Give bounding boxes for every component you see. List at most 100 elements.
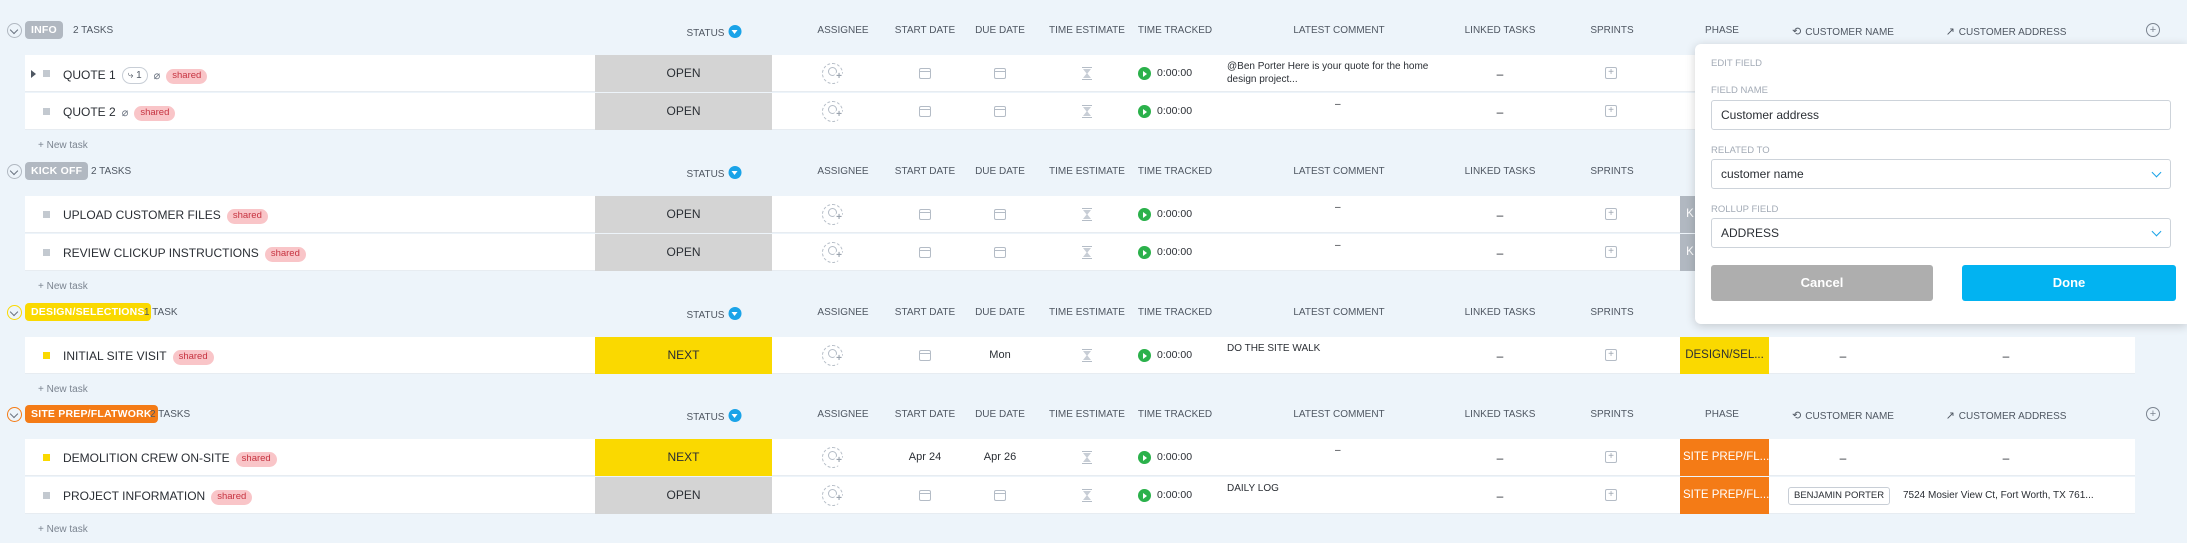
column-header-due-date[interactable]: DUE DATE — [975, 166, 1025, 177]
time-estimate-hourglass-icon[interactable] — [1082, 67, 1092, 80]
customer-address-empty[interactable]: – — [2003, 451, 2010, 465]
collapse-group-icon[interactable] — [7, 407, 22, 422]
status-cell[interactable]: OPEN — [595, 234, 772, 271]
column-header-assignee[interactable]: ASSIGNEE — [817, 25, 868, 36]
add-assignee-icon[interactable] — [822, 447, 844, 468]
table-row[interactable]: INITIAL SITE VISIT shared NEXT Mon 0:00:00 DO… — [25, 337, 2135, 374]
add-sprint-icon[interactable]: + — [1605, 349, 1617, 361]
task-status-square-icon[interactable] — [43, 249, 50, 256]
latest-comment[interactable]: – — [1335, 98, 1365, 111]
task-status-square-icon[interactable] — [43, 211, 50, 218]
latest-comment[interactable]: – — [1335, 239, 1365, 252]
table-row[interactable]: PROJECT INFORMATION shared OPEN 0:00:00 DAIL… — [25, 477, 2135, 514]
column-header-start-date[interactable]: START DATE — [895, 25, 955, 36]
column-header-start-date[interactable]: START DATE — [895, 409, 955, 420]
task-name[interactable]: QUOTE 1 ⤷ 1 ⌀ shared — [63, 67, 208, 84]
time-estimate-hourglass-icon[interactable] — [1082, 451, 1092, 464]
start-timer-icon[interactable] — [1138, 105, 1151, 118]
shared-tag[interactable]: shared — [235, 452, 277, 467]
shared-tag[interactable]: shared — [172, 350, 214, 365]
shared-tag[interactable]: shared — [264, 247, 306, 262]
status-cell[interactable]: NEXT — [595, 439, 772, 476]
due-date[interactable]: Apr 26 — [984, 451, 1016, 463]
phase-cell[interactable]: SITE PREP/FL... — [1680, 477, 1769, 514]
collapse-group-icon[interactable] — [7, 164, 22, 179]
customer-address[interactable]: 7524 Mosier View Ct, Fort Worth, TX 761.… — [1903, 490, 2108, 501]
column-header-phase[interactable]: PHASE — [1705, 25, 1739, 36]
column-header-due-date[interactable]: DUE DATE — [975, 409, 1025, 420]
task-name[interactable]: PROJECT INFORMATION shared — [63, 489, 253, 505]
column-header-linked-tasks[interactable]: LINKED TASKS — [1465, 409, 1536, 420]
start-timer-icon[interactable] — [1138, 67, 1151, 80]
task-name[interactable]: QUOTE 2 ⌀ shared — [63, 105, 176, 121]
start-timer-icon[interactable] — [1138, 246, 1151, 259]
latest-comment[interactable]: – — [1335, 444, 1365, 457]
column-header-sprints[interactable]: SPRINTS — [1590, 307, 1633, 318]
latest-comment[interactable]: DAILY LOG — [1227, 482, 1452, 495]
column-header-status[interactable]: STATUS — [687, 409, 742, 423]
table-row[interactable]: DEMOLITION CREW ON-SITE shared NEXT Apr 24 A… — [25, 439, 2135, 476]
latest-comment[interactable]: DO THE SITE WALK — [1227, 342, 1452, 355]
column-header-time-tracked[interactable]: TIME TRACKED — [1138, 307, 1212, 318]
new-task-link[interactable]: + New task — [38, 384, 88, 395]
collapse-group-icon[interactable] — [7, 305, 22, 320]
start-date-calendar-icon[interactable] — [919, 209, 931, 220]
start-date-calendar-icon[interactable] — [919, 106, 931, 117]
column-header-sprints[interactable]: SPRINTS — [1590, 166, 1633, 177]
phase-cell[interactable]: DESIGN/SEL... — [1680, 337, 1769, 374]
linked-tasks-empty[interactable]: – — [1497, 208, 1504, 222]
column-header-assignee[interactable]: ASSIGNEE — [817, 166, 868, 177]
due-date-calendar-icon[interactable] — [994, 209, 1006, 220]
due-date-calendar-icon[interactable] — [994, 106, 1006, 117]
shared-tag[interactable]: shared — [211, 490, 253, 505]
latest-comment[interactable]: – — [1335, 201, 1365, 214]
column-header-customer-address[interactable]: ↗ CUSTOMER ADDRESS — [1946, 409, 2067, 422]
task-status-square-icon[interactable] — [43, 492, 50, 499]
column-header-latest-comment[interactable]: LATEST COMMENT — [1293, 25, 1384, 36]
status-cell[interactable]: OPEN — [595, 55, 772, 92]
column-header-start-date[interactable]: START DATE — [895, 166, 955, 177]
due-date[interactable]: Mon — [989, 349, 1010, 361]
add-sprint-icon[interactable]: + — [1605, 246, 1617, 258]
customer-name-chip[interactable]: BENJAMIN PORTER — [1788, 487, 1891, 505]
task-status-square-icon[interactable] — [43, 108, 50, 115]
done-button[interactable]: Done — [1962, 265, 2176, 301]
column-header-time-tracked[interactable]: TIME TRACKED — [1138, 166, 1212, 177]
column-header-time-estimate[interactable]: TIME ESTIMATE — [1049, 409, 1125, 420]
sort-dropdown-icon[interactable] — [728, 307, 742, 320]
column-header-latest-comment[interactable]: LATEST COMMENT — [1293, 409, 1384, 420]
start-date-calendar-icon[interactable] — [919, 490, 931, 501]
new-task-link[interactable]: + New task — [38, 140, 88, 151]
add-assignee-icon[interactable] — [822, 345, 844, 366]
start-date-calendar-icon[interactable] — [919, 247, 931, 258]
column-header-assignee[interactable]: ASSIGNEE — [817, 409, 868, 420]
column-header-status[interactable]: STATUS — [687, 307, 742, 321]
column-header-linked-tasks[interactable]: LINKED TASKS — [1465, 307, 1536, 318]
column-header-time-tracked[interactable]: TIME TRACKED — [1138, 409, 1212, 420]
time-estimate-hourglass-icon[interactable] — [1082, 208, 1092, 221]
group-status-tag[interactable]: KICK OFF — [25, 162, 89, 180]
task-name[interactable]: DEMOLITION CREW ON-SITE shared — [63, 451, 277, 467]
customer-name-empty[interactable]: – — [1840, 451, 1847, 465]
add-column-icon[interactable]: + — [2146, 23, 2160, 37]
due-date-calendar-icon[interactable] — [994, 68, 1006, 79]
column-header-assignee[interactable]: ASSIGNEE — [817, 307, 868, 318]
add-assignee-icon[interactable] — [822, 101, 844, 122]
column-header-phase[interactable]: PHASE — [1705, 409, 1739, 420]
linked-tasks-empty[interactable]: – — [1497, 67, 1504, 81]
column-header-time-estimate[interactable]: TIME ESTIMATE — [1049, 166, 1125, 177]
add-sprint-icon[interactable]: + — [1605, 105, 1617, 117]
time-estimate-hourglass-icon[interactable] — [1082, 105, 1092, 118]
start-timer-icon[interactable] — [1138, 349, 1151, 362]
add-assignee-icon[interactable] — [822, 63, 844, 84]
add-assignee-icon[interactable] — [822, 242, 844, 263]
task-name[interactable]: REVIEW CLICKUP INSTRUCTIONS shared — [63, 246, 306, 262]
add-sprint-icon[interactable]: + — [1605, 67, 1617, 79]
column-header-time-estimate[interactable]: TIME ESTIMATE — [1049, 25, 1125, 36]
column-header-linked-tasks[interactable]: LINKED TASKS — [1465, 25, 1536, 36]
due-date-calendar-icon[interactable] — [994, 490, 1006, 501]
linked-tasks-empty[interactable]: – — [1497, 105, 1504, 119]
field-name-input[interactable] — [1711, 100, 2171, 130]
task-name[interactable]: UPLOAD CUSTOMER FILES shared — [63, 208, 268, 224]
related-to-select[interactable]: customer name — [1711, 159, 2171, 189]
